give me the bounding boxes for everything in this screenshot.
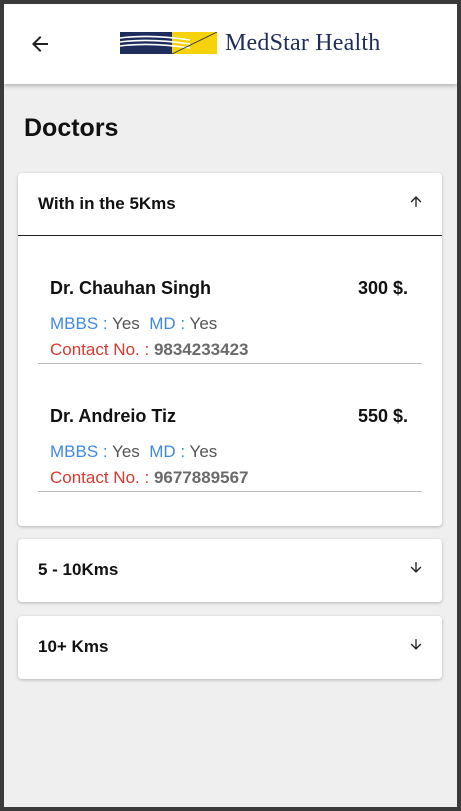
panel-header-5-10km[interactable]: 5 - 10Kms	[18, 539, 442, 601]
arrow-down-icon[interactable]	[408, 637, 424, 658]
doctor-qualifications: MBBS : Yes MD : Yes	[50, 442, 217, 462]
contact-label: Contact No. :	[50, 340, 154, 359]
arrow-left-icon	[32, 36, 48, 52]
panel-header-within-5km[interactable]: With in the 5Kms	[18, 173, 442, 236]
contact-number[interactable]: 9677889567	[154, 468, 249, 487]
panel-label: With in the 5Kms	[38, 194, 176, 213]
panel-within-5km: With in the 5Kms Dr. Chauhan Singh 300 $…	[18, 173, 442, 526]
app-screen: MedStar Health Doctors With in the 5Kms …	[4, 4, 457, 807]
md-value: Yes	[189, 314, 218, 333]
panel-label: 10+ Kms	[38, 637, 109, 656]
doctor-contact: Contact No. : 9834233423	[50, 340, 248, 360]
top-app-bar: MedStar Health	[4, 4, 457, 84]
doctor-contact: Contact No. : 9677889567	[50, 468, 248, 488]
brand-name: MedStar Health	[225, 29, 381, 56]
medstar-logo: MedStar Health	[120, 28, 380, 58]
md-value: Yes	[189, 442, 218, 461]
medstar-logo-mark	[120, 32, 217, 54]
mbbs-label: MBBS :	[50, 442, 113, 461]
doctor-card[interactable]: Dr. Andreio Tiz 550 $. MBBS : Yes MD : Y…	[38, 364, 422, 492]
doctor-name: Dr. Andreio Tiz	[50, 406, 177, 426]
doctor-fee: 300 $.	[357, 278, 408, 298]
doctor-name: Dr. Chauhan Singh	[50, 278, 212, 298]
back-button[interactable]	[24, 30, 56, 58]
mbbs-value: Yes	[112, 442, 140, 461]
md-label: MD :	[149, 314, 190, 333]
mbbs-label: MBBS :	[50, 314, 113, 333]
doctor-card[interactable]: Dr. Chauhan Singh 300 $. MBBS : Yes MD :…	[38, 236, 422, 364]
panel-header-10-plus-km[interactable]: 10+ Kms	[18, 616, 442, 678]
panel-10-plus-km: 10+ Kms	[18, 616, 442, 679]
doctor-fee: 550 $.	[357, 406, 408, 426]
page-title: Doctors	[24, 114, 119, 142]
doctor-qualifications: MBBS : Yes MD : Yes	[50, 314, 217, 334]
md-label: MD :	[149, 442, 190, 461]
mbbs-value: Yes	[112, 314, 140, 333]
panel-label: 5 - 10Kms	[38, 560, 119, 579]
contact-number[interactable]: 9834233423	[154, 340, 249, 359]
panel-5-10km: 5 - 10Kms	[18, 539, 442, 602]
arrow-up-icon[interactable]	[408, 194, 424, 215]
arrow-down-icon[interactable]	[408, 560, 424, 581]
contact-label: Contact No. :	[50, 468, 154, 487]
